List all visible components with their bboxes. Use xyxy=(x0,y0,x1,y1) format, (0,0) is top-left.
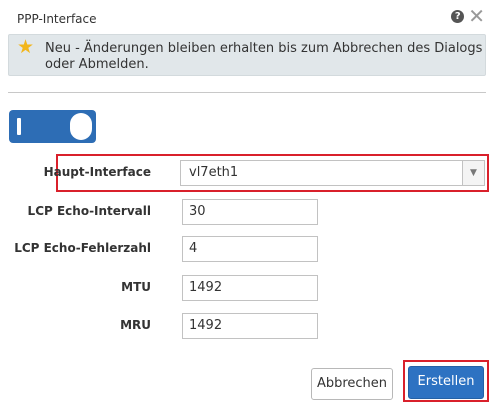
mru-row: MRU 1492 xyxy=(0,313,493,339)
toggle-on-indicator xyxy=(17,118,21,135)
help-icon[interactable]: ? xyxy=(451,9,465,23)
notice-text: Neu - Änderungen bleiben erhalten bis zu… xyxy=(45,41,483,72)
mru-input[interactable]: 1492 xyxy=(182,313,318,339)
toggle-knob xyxy=(70,113,92,140)
notice-banner: ★ Neu - Änderungen bleiben erhalten bis … xyxy=(8,34,486,76)
close-icon[interactable]: ✕ xyxy=(468,6,485,26)
divider xyxy=(8,92,486,93)
haupt-interface-value: vl7eth1 xyxy=(189,165,239,180)
enable-toggle[interactable] xyxy=(9,110,96,143)
mtu-label: MTU xyxy=(121,280,151,294)
create-button[interactable]: Erstellen xyxy=(408,366,484,399)
cancel-button[interactable]: Abbrechen xyxy=(311,368,393,400)
lcp-echo-intervall-label: LCP Echo-Intervall xyxy=(27,204,151,218)
mtu-row: MTU 1492 xyxy=(0,275,493,301)
lcp-echo-fehlerzahl-row: LCP Echo-Fehlerzahl 4 xyxy=(0,236,493,262)
chevron-down-icon[interactable]: ▼ xyxy=(462,161,484,185)
lcp-echo-intervall-input[interactable]: 30 xyxy=(182,199,318,225)
title-icons: ? ✕ xyxy=(451,6,485,26)
haupt-interface-label: Haupt-Interface xyxy=(43,165,151,179)
mtu-input[interactable]: 1492 xyxy=(182,275,318,301)
dialog-title: PPP-Interface xyxy=(17,12,97,26)
lcp-echo-fehlerzahl-input[interactable]: 4 xyxy=(182,236,318,262)
haupt-interface-select[interactable]: vl7eth1 ▼ xyxy=(180,160,485,186)
mru-label: MRU xyxy=(120,318,151,332)
lcp-echo-intervall-row: LCP Echo-Intervall 30 xyxy=(0,199,493,225)
lcp-echo-fehlerzahl-label: LCP Echo-Fehlerzahl xyxy=(14,241,151,255)
star-icon: ★ xyxy=(17,36,35,58)
